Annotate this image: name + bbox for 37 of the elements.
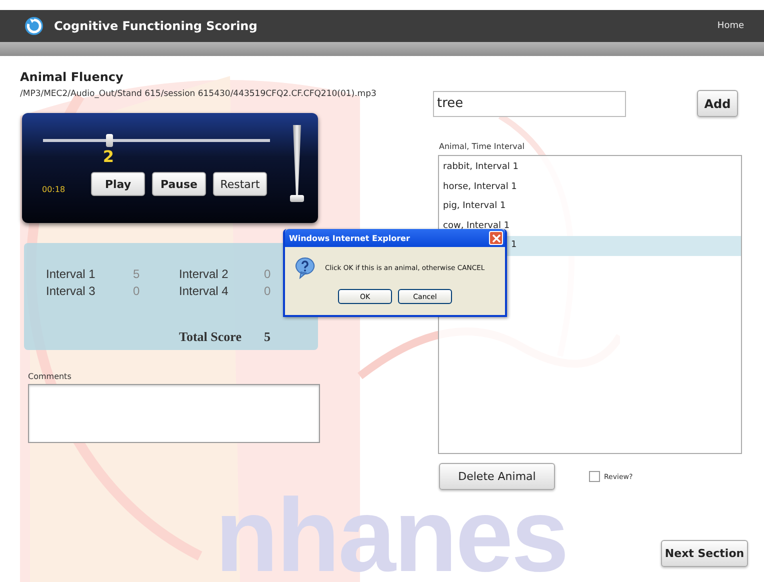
- dialog-title: Windows Internet Explorer: [289, 234, 410, 242]
- interval-score: 5: [133, 267, 141, 283]
- elapsed-time: 00:18: [42, 185, 66, 194]
- interval-score: 0: [264, 267, 272, 283]
- next-section-button[interactable]: Next Section: [661, 540, 748, 567]
- delete-animal-button[interactable]: Delete Animal: [439, 463, 555, 490]
- list-item[interactable]: rabbit, Interval 1: [439, 158, 741, 178]
- add-button[interactable]: Add: [697, 90, 738, 117]
- interval-label: Interval 4: [179, 284, 230, 300]
- list-item[interactable]: cow, Interval 1: [439, 216, 741, 236]
- animal-input-field[interactable]: tree: [433, 90, 626, 116]
- restart-button[interactable]: Restart: [213, 172, 267, 196]
- position-label: 2: [102, 147, 114, 166]
- comments-field[interactable]: [28, 384, 320, 443]
- total-score-value: 5: [264, 329, 272, 345]
- total-score-label: Total Score: [179, 329, 242, 345]
- section-title: Animal Fluency: [20, 70, 124, 84]
- app-title: Cognitive Functioning Scoring: [54, 19, 258, 33]
- play-button[interactable]: Play: [91, 172, 145, 196]
- interval-label: Interval 2: [179, 267, 230, 283]
- pause-button[interactable]: Pause: [152, 172, 206, 196]
- volume-thumb[interactable]: [290, 195, 304, 202]
- nav-link[interactable]: Home: [717, 21, 744, 31]
- question-icon: [295, 257, 315, 279]
- list-item[interactable]: horse, Interval 1: [439, 178, 741, 197]
- list-label: Animal, Time Interval: [439, 142, 525, 151]
- review-checkbox[interactable]: [589, 471, 600, 482]
- logo-icon: [24, 16, 44, 36]
- list-item[interactable]: pig, Interval 1: [439, 197, 741, 216]
- interval-label: Interval 3: [46, 284, 96, 300]
- interval-label: Interval 1: [46, 267, 96, 283]
- close-button[interactable]: [489, 231, 503, 245]
- slider-thumb[interactable]: [106, 134, 113, 147]
- comments-label: Comments: [28, 372, 72, 381]
- file-path: /MP3/MEC2/Audio_Out/Stand 615/session 615430/443519CFQ2.CF.CFQ210(01).mp3: [20, 89, 378, 99]
- interval-score: 0: [133, 284, 141, 300]
- interval-score: 0: [264, 284, 272, 300]
